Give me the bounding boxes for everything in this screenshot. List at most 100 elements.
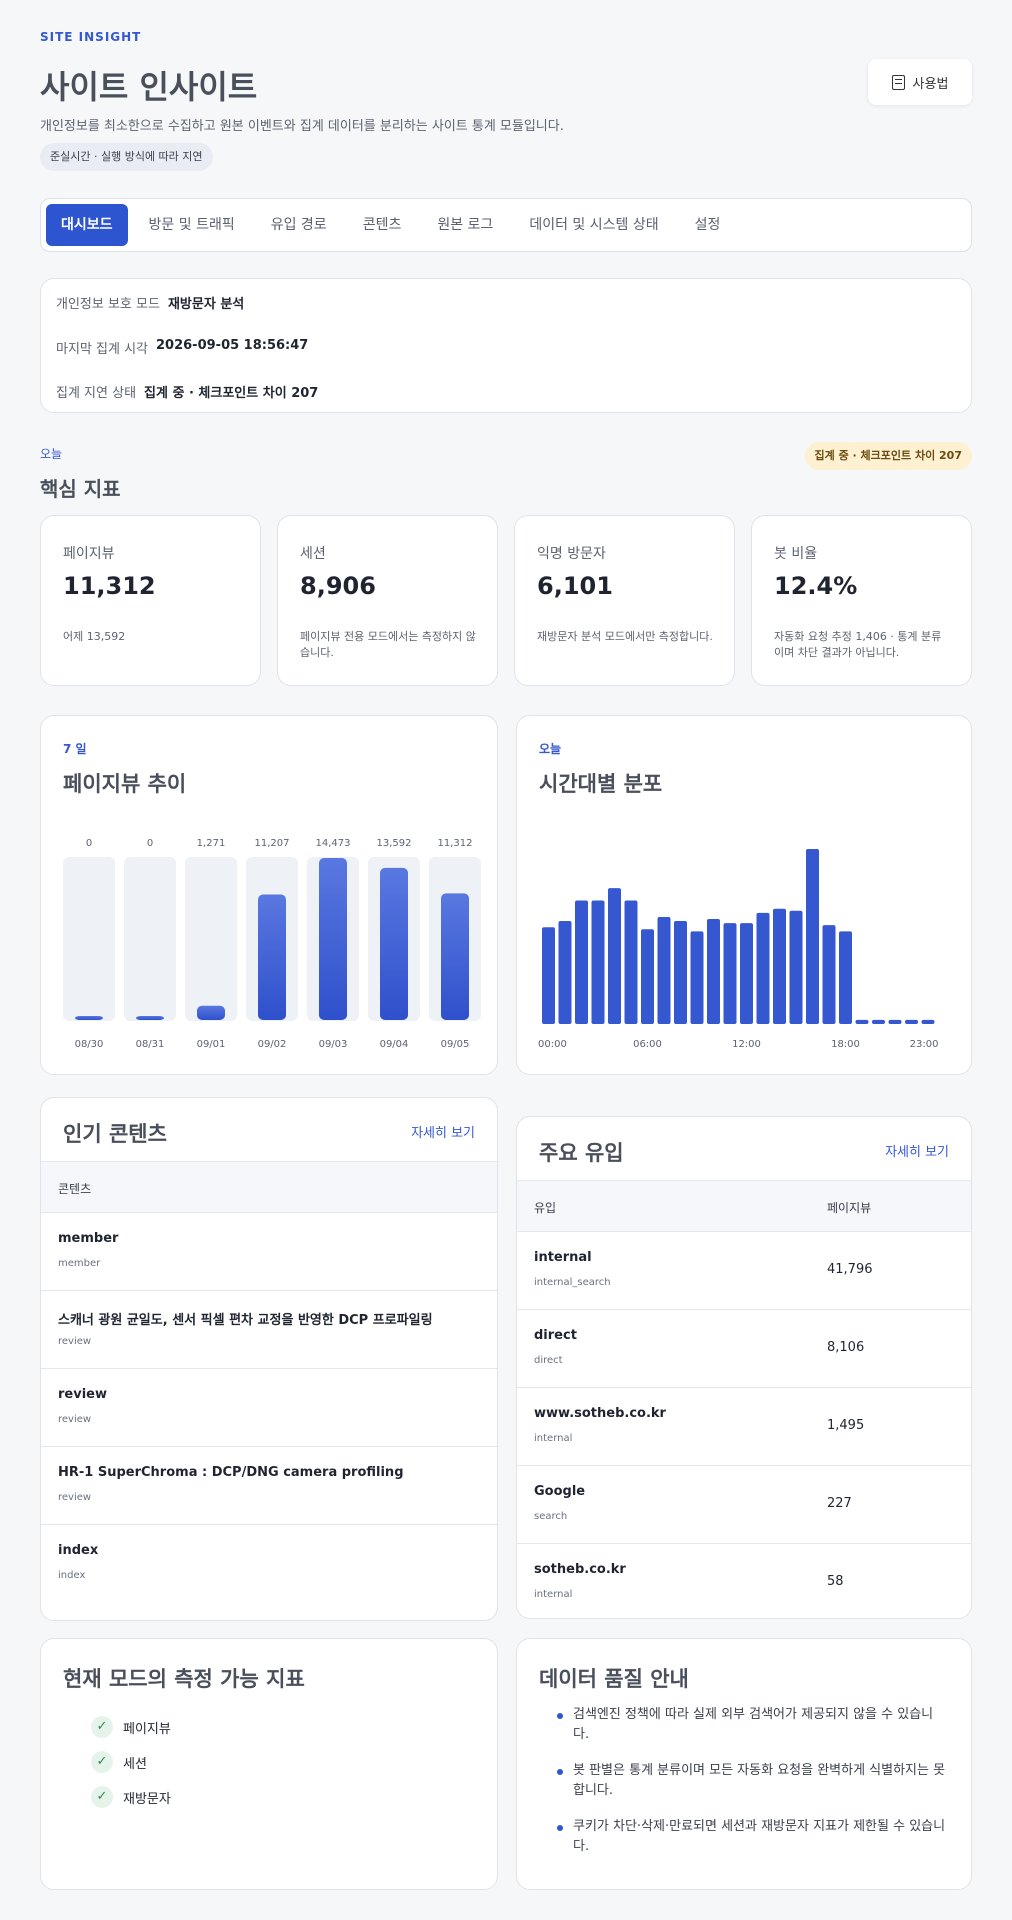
kpi-period-tag: 오늘 xyxy=(40,447,63,461)
table-row[interactable]: sotheb.co.kr internal 58 xyxy=(517,1544,971,1618)
kpi-section-title: 핵심 지표 xyxy=(40,477,121,501)
tab-settings[interactable]: 설정 xyxy=(680,204,736,246)
table-row[interactable]: HR-1 SuperChroma : DCP/DNG camera profil… xyxy=(41,1447,497,1525)
x-tick-label: 23:00 xyxy=(910,1039,939,1050)
data-quality-list: 검색엔진 정책에 따라 실제 외부 검색어가 제공되지 않을 수 있습니다. 봇… xyxy=(557,1705,949,1873)
lag-chip: 준실시간 · 실행 방식에 따라 지연 xyxy=(40,143,213,171)
column-header-content: 콘텐츠 xyxy=(58,1182,92,1196)
aggregation-status-badge: 집계 중 · 체크포인트 차이 207 xyxy=(804,442,972,470)
table-row[interactable]: member member xyxy=(41,1213,497,1291)
table-row[interactable]: index index xyxy=(41,1525,497,1603)
kpi-value: 8,906 xyxy=(300,572,376,600)
content-title: member xyxy=(58,1231,119,1246)
x-tick-label: 08/30 xyxy=(75,1039,104,1050)
chart-title: 시간대별 분포 xyxy=(539,772,663,796)
referrer-name: Google xyxy=(534,1484,586,1499)
top-referrers-card: 주요 유입 자세히 보기 유입 페이지뷰 internal internal_s… xyxy=(516,1116,972,1619)
kpi-note: 자동화 요청 추정 1,406 · 통계 분류이며 차단 결과가 아닙니다. xyxy=(774,630,942,659)
kpi-card-visitors: 익명 방문자 6,101 재방문자 분석 모드에서만 측정합니다. xyxy=(514,515,735,686)
status-card: 개인정보 보호 모드 재방문자 분석 마지막 집계 시각 2026-09-05 … xyxy=(40,278,972,413)
x-tick-label: 09/01 xyxy=(197,1039,226,1050)
x-tick-label: 08/31 xyxy=(136,1039,165,1050)
tab-bar: 대시보드 방문 및 트래픽 유입 경로 콘텐츠 원본 로그 데이터 및 시스템 … xyxy=(40,198,972,252)
bar xyxy=(921,1019,935,1024)
bar xyxy=(855,1019,869,1024)
top-referrers-more-link[interactable]: 자세히 보기 xyxy=(885,1141,949,1160)
table-row[interactable]: direct direct 8,106 xyxy=(517,1310,971,1388)
top-content-more-link[interactable]: 자세히 보기 xyxy=(411,1122,475,1141)
x-tick-label: 09/04 xyxy=(380,1039,409,1050)
referrer-name: www.sotheb.co.kr xyxy=(534,1406,666,1421)
table-row[interactable]: www.sotheb.co.kr internal 1,495 xyxy=(517,1388,971,1466)
content-type: index xyxy=(58,1570,86,1581)
top-referrers-title: 주요 유입 xyxy=(539,1141,624,1165)
bar xyxy=(624,900,638,1024)
table-row[interactable]: internal internal_search 41,796 xyxy=(517,1232,971,1310)
bar xyxy=(657,916,671,1024)
eyebrow: SITE INSIGHT xyxy=(40,30,142,44)
page-title: 사이트 인사이트 xyxy=(40,68,258,106)
tab-raw-log[interactable]: 원본 로그 xyxy=(422,204,508,246)
content-title: index xyxy=(58,1543,99,1558)
howto-label: 사용법 xyxy=(912,76,949,92)
measurable-metrics-card: 현재 모드의 측정 가능 지표 ✓ 페이지뷰 ✓ 세션 ✓ 재방문자 xyxy=(40,1638,498,1890)
bar xyxy=(773,908,786,1024)
referrer-views: 8,106 xyxy=(827,1340,865,1355)
bar xyxy=(806,849,819,1024)
bar xyxy=(707,919,720,1024)
column-header-source: 유입 xyxy=(534,1201,557,1215)
table-row[interactable]: 스캐너 광원 균일도, 센서 픽셀 편차 교정을 반영한 DCP 프로파일링 r… xyxy=(41,1291,497,1369)
bar xyxy=(558,921,572,1024)
content-type: member xyxy=(58,1258,101,1269)
check-icon: ✓ xyxy=(91,1716,113,1738)
kpi-note: 페이지뷰 전용 모드에서는 측정하지 않습니다. xyxy=(300,630,476,659)
bar xyxy=(756,912,770,1024)
top-content-card: 인기 콘텐츠 자세히 보기 콘텐츠 member member 스캐너 광원 균… xyxy=(40,1097,498,1621)
x-tick-label: 00:00 xyxy=(538,1039,567,1050)
kpi-value: 12.4% xyxy=(774,572,858,600)
privacy-mode-row: 개인정보 보호 모드 재방문자 분석 xyxy=(56,293,244,312)
kpi-label: 봇 비율 xyxy=(774,546,818,562)
last-aggregation-row: 마지막 집계 시각 2026-09-05 18:56:47 xyxy=(56,338,308,357)
bar xyxy=(258,894,286,1020)
aggregation-lag-label: 집계 지연 상태 xyxy=(56,386,137,401)
kpi-card-pageviews: 페이지뷰 11,312 어제 13,592 xyxy=(40,515,261,686)
content-type: review xyxy=(58,1414,92,1425)
bar xyxy=(542,927,555,1024)
metric-label: 페이지뷰 xyxy=(123,1721,171,1737)
tab-traffic[interactable]: 방문 및 트래픽 xyxy=(134,204,250,246)
referrer-views: 227 xyxy=(827,1496,852,1511)
kpi-card-sessions: 세션 8,906 페이지뷰 전용 모드에서는 측정하지 않습니다. xyxy=(277,515,498,686)
bar xyxy=(591,900,605,1024)
bar-track xyxy=(124,857,176,1021)
kpi-card-bot-ratio: 봇 비율 12.4% 자동화 요청 추정 1,406 · 통계 분류이며 차단 … xyxy=(751,515,972,686)
referrer-views: 1,495 xyxy=(827,1418,865,1433)
table-row[interactable]: review review xyxy=(41,1369,497,1447)
tab-content[interactable]: 콘텐츠 xyxy=(348,204,417,246)
aggregation-lag-value: 집계 중 · 체크포인트 차이 207 xyxy=(144,386,319,401)
referrer-type: internal_search xyxy=(534,1277,611,1288)
tab-referrers[interactable]: 유입 경로 xyxy=(256,204,342,246)
bar xyxy=(888,1019,902,1024)
kpi-note: 재방문자 분석 모드에서만 측정합니다. xyxy=(537,630,713,643)
tab-dashboard[interactable]: 대시보드 xyxy=(46,204,128,246)
x-tick-label: 18:00 xyxy=(831,1039,860,1050)
document-icon xyxy=(891,74,905,90)
howto-button[interactable]: 사용법 xyxy=(868,59,972,105)
x-tick-label: 12:00 xyxy=(732,1039,761,1050)
metric-item: ✓ 페이지뷰 xyxy=(91,1716,171,1738)
table-row[interactable]: Google search 227 xyxy=(517,1466,971,1544)
table-header: 콘텐츠 xyxy=(41,1161,497,1213)
tab-system-status[interactable]: 데이터 및 시스템 상태 xyxy=(514,204,673,246)
bar-track xyxy=(63,857,115,1021)
data-quality-card: 데이터 품질 안내 검색엔진 정책에 따라 실제 외부 검색어가 제공되지 않을… xyxy=(516,1638,972,1890)
measurable-metrics-title: 현재 모드의 측정 가능 지표 xyxy=(63,1667,305,1691)
bar xyxy=(789,910,803,1024)
last-aggregation-value: 2026-09-05 18:56:47 xyxy=(156,338,309,353)
x-tick-label: 09/02 xyxy=(258,1039,287,1050)
referrer-views: 41,796 xyxy=(827,1262,873,1277)
aggregation-lag-row: 집계 지연 상태 집계 중 · 체크포인트 차이 207 xyxy=(56,382,318,401)
referrer-type: direct xyxy=(534,1355,563,1366)
column-header-views: 페이지뷰 xyxy=(827,1201,872,1215)
bar xyxy=(641,929,654,1024)
